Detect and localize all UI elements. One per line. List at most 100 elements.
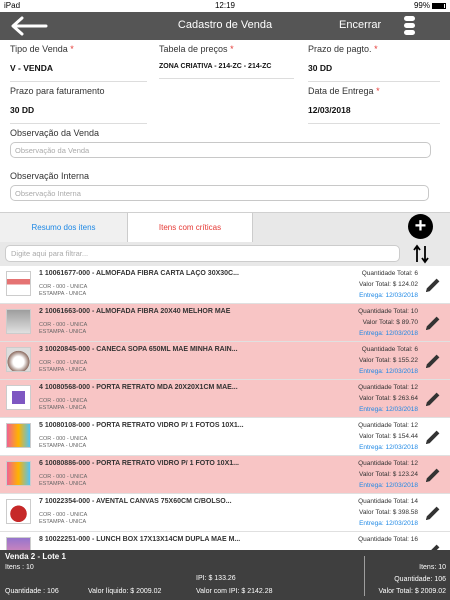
item-row[interactable]: 7 10022354-000 - AVENTAL CANVAS 75X60CM … [0, 494, 450, 532]
item-total: Valor Total: $ 398.58 [358, 509, 418, 516]
item-row[interactable]: 6 10080886-000 - PORTA RETRATO VIDRO P/ … [0, 456, 450, 494]
item-row[interactable]: 2 10061663-000 - ALMOFADA FIBRA 20X40 ME… [0, 304, 450, 342]
data-entrega-label: Data de Entrega * [308, 86, 380, 96]
item-delivery: Entrega: 12/03/2018 [359, 406, 418, 413]
edit-pencil-icon[interactable] [424, 314, 442, 332]
prazo-pagto-field[interactable]: Prazo de pagto. * 30 DD [308, 44, 440, 82]
item-delivery: Entrega: 12/03/2018 [359, 292, 418, 299]
footer-itens: Itens : 10 [5, 564, 34, 571]
item-list: 1 10061677-000 - ALMOFADA FIBRA CARTA LA… [0, 266, 450, 550]
tipo-venda-value: V - VENDA [10, 63, 53, 73]
item-quantity: Quantidade Total: 16 [358, 536, 418, 543]
sort-icon[interactable] [412, 244, 430, 264]
battery-percent: 99% [413, 1, 430, 10]
item-total: Valor Total: $ 89.70 [362, 319, 418, 326]
obs-interna-input[interactable]: Observação Interna [10, 185, 429, 201]
data-entrega-field[interactable]: Data de Entrega * 12/03/2018 [308, 86, 440, 124]
battery-icon [432, 3, 446, 9]
item-row[interactable]: 8 10022251-000 - LUNCH BOX 17X13X14CM DU… [0, 532, 450, 550]
item-total: Valor Total: $ 263.64 [358, 395, 418, 402]
edit-pencil-icon[interactable] [424, 466, 442, 484]
item-total: Valor Total: $ 123.24 [358, 471, 418, 478]
item-delivery: Entrega: 12/03/2018 [359, 330, 418, 337]
edit-pencil-icon[interactable] [424, 352, 442, 370]
item-name: 8 10022251-000 - LUNCH BOX 17X13X14CM DU… [39, 536, 241, 543]
item-total: Valor Total: $ 155.22 [358, 357, 418, 364]
item-attributes: COR - 000 - UNICA ESTAMPA - UNICA [39, 436, 88, 449]
item-quantity: Quantidade Total: 12 [358, 384, 418, 391]
obs-venda-group: Observação da Venda Observação da Venda [10, 128, 431, 158]
prazo-faturamento-label: Prazo para faturamento [10, 86, 105, 96]
edit-pencil-icon[interactable] [424, 428, 442, 446]
edit-pencil-icon[interactable] [424, 390, 442, 408]
product-thumbnail [6, 309, 31, 334]
footer-valor-total: Valor Total: $ 2009.02 [378, 588, 446, 595]
tabela-precos-value: ZONA CRIATIVA - 214-ZC - 214-ZC [159, 63, 272, 70]
footer-title: Venda 2 - Lote 1 [5, 552, 66, 561]
tab-bar: Resumo dos itens Itens com críticas [0, 212, 450, 243]
prazo-pagto-label: Prazo de pagto. * [308, 44, 378, 54]
item-delivery: Entrega: 12/03/2018 [359, 482, 418, 489]
edit-pencil-icon[interactable] [424, 504, 442, 522]
tipo-venda-field[interactable]: Tipo de Venda * V - VENDA [10, 44, 147, 82]
footer-ipi: IPI: $ 133.26 [196, 575, 236, 582]
item-quantity: Quantidade Total: 14 [358, 498, 418, 505]
tab-resumo-itens[interactable]: Resumo dos itens [0, 213, 128, 243]
filter-bar: Digite aqui para filtrar... [0, 242, 450, 266]
prazo-pagto-value: 30 DD [308, 63, 333, 73]
product-thumbnail [6, 271, 31, 296]
item-delivery: Entrega: 12/03/2018 [359, 520, 418, 527]
item-delivery: Entrega: 12/03/2018 [359, 368, 418, 375]
product-thumbnail [6, 499, 31, 524]
item-quantity: Quantidade Total: 6 [361, 270, 418, 277]
tipo-venda-label: Tipo de Venda * [10, 44, 74, 54]
product-thumbnail [6, 537, 31, 550]
product-thumbnail [6, 423, 31, 448]
item-row[interactable]: 3 10020845-000 - CANECA SOPA 650ML MÃE M… [0, 342, 450, 380]
footer-divider [364, 556, 365, 596]
obs-interna-label: Observação Interna [10, 171, 90, 181]
item-attributes: COR - 000 - UNICA ESTAMPA - UNICA [39, 284, 88, 297]
item-attributes: COR - 000 - UNICA ESTAMPA - UNICA [39, 398, 88, 411]
item-quantity: Quantidade Total: 6 [361, 346, 418, 353]
item-attributes: COR - 000 - UNICA ESTAMPA - UNICA [39, 322, 88, 335]
item-total: Valor Total: $ 154.44 [358, 433, 418, 440]
tab-itens-criticas[interactable]: Itens com críticas [128, 213, 253, 243]
prazo-faturamento-field[interactable]: Prazo para faturamento 30 DD [10, 86, 147, 124]
item-name: 3 10020845-000 - CANECA SOPA 650ML MÃE M… [39, 346, 238, 353]
obs-venda-input[interactable]: Observação da Venda [10, 142, 431, 158]
item-name: 7 10022354-000 - AVENTAL CANVAS 75X60CM … [39, 498, 232, 505]
item-row[interactable]: 4 10080568-000 - PORTA RETRATO MDA 20X20… [0, 380, 450, 418]
edit-pencil-icon[interactable] [424, 542, 442, 550]
prazo-faturamento-value: 30 DD [10, 105, 35, 115]
status-bar: iPad 12:19 99% [0, 0, 450, 12]
footer-itens-right: Itens: 10 [419, 564, 446, 571]
item-quantity: Quantidade Total: 10 [358, 308, 418, 315]
data-entrega-value: 12/03/2018 [308, 105, 351, 115]
item-row[interactable]: 1 10061677-000 - ALMOFADA FIBRA CARTA LA… [0, 266, 450, 304]
item-attributes: COR - 000 - UNICA ESTAMPA - UNICA [39, 474, 88, 487]
item-attributes: COR - 000 - UNICA ESTAMPA - UNICA [39, 512, 88, 525]
footer-valor-liquido: Valor líquido: $ 2009.02 [88, 588, 162, 595]
product-thumbnail [6, 461, 31, 486]
menu-icon[interactable] [401, 15, 417, 37]
item-attributes: COR - 000 - UNICA ESTAMPA - UNICA [39, 360, 88, 373]
clock: 12:19 [214, 1, 236, 10]
tabela-precos-label: Tabela de preços * [159, 44, 234, 54]
plus-icon: + [414, 215, 427, 237]
item-row[interactable]: 5 10080108-000 - PORTA RETRATO VIDRO P/ … [0, 418, 450, 456]
item-name: 5 10080108-000 - PORTA RETRATO VIDRO P/ … [39, 422, 244, 429]
product-thumbnail [6, 385, 31, 410]
product-thumbnail [6, 347, 31, 372]
edit-pencil-icon[interactable] [424, 276, 442, 294]
item-name: 6 10080886-000 - PORTA RETRATO VIDRO P/ … [39, 460, 239, 467]
add-item-button[interactable]: + [408, 214, 433, 239]
tabela-precos-field[interactable]: Tabela de preços * ZONA CRIATIVA - 214-Z… [159, 44, 294, 79]
encerrar-button[interactable]: Encerrar [339, 19, 381, 31]
footer-valor-com-ipi: Valor com IPI: $ 2142.28 [196, 588, 273, 595]
item-total: Valor Total: $ 124.02 [358, 281, 418, 288]
filter-input[interactable]: Digite aqui para filtrar... [5, 245, 400, 262]
item-name: 4 10080568-000 - PORTA RETRATO MDA 20X20… [39, 384, 238, 391]
item-name: 2 10061663-000 - ALMOFADA FIBRA 20X40 ME… [39, 308, 231, 315]
page-title: Cadastro de Venda [177, 19, 273, 31]
